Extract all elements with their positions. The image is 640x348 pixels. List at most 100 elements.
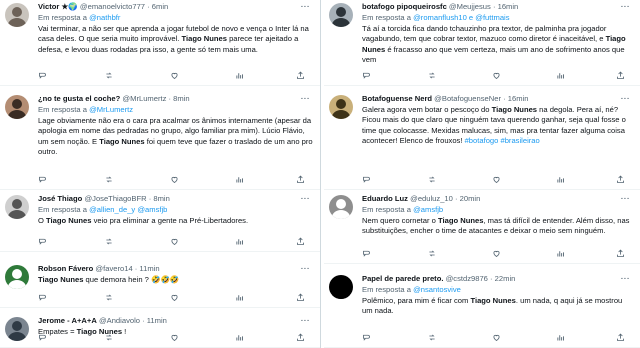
views-icon[interactable]: [235, 71, 244, 80]
user-handle[interactable]: @favero14: [95, 264, 132, 273]
more-icon[interactable]: ···: [621, 274, 630, 284]
reply-mention-link[interactable]: @MrLumertz: [89, 105, 133, 114]
timestamp[interactable]: · 11min: [135, 264, 160, 273]
tweet[interactable]: botafogo pipoqueirosfc @Meujjesus · 16mi…: [324, 0, 640, 86]
retweet-icon[interactable]: [427, 175, 437, 184]
more-icon[interactable]: ···: [301, 2, 310, 12]
views-icon[interactable]: [556, 71, 565, 80]
like-icon[interactable]: [492, 249, 501, 258]
retweet-icon[interactable]: [104, 293, 114, 302]
tweet[interactable]: Botafoguense Nerd @BotafoguenseNer · 16m…: [324, 92, 640, 190]
display-name[interactable]: Robson Fávero: [38, 264, 93, 273]
timestamp[interactable]: · 6min: [147, 2, 168, 11]
tweet[interactable]: Eduardo Luz @eduluz_10 · 20min ··· Em resp…: [324, 192, 640, 264]
more-icon[interactable]: ···: [621, 94, 630, 104]
views-icon[interactable]: [556, 333, 565, 342]
more-icon[interactable]: ···: [301, 316, 310, 326]
hashtag-link[interactable]: #botafogo #brasileirao: [465, 136, 540, 145]
reply-mention-link[interactable]: @nathbfr: [89, 13, 120, 22]
more-icon[interactable]: ···: [621, 2, 630, 12]
avatar[interactable]: [329, 195, 353, 219]
share-icon[interactable]: [296, 71, 305, 80]
share-icon[interactable]: [616, 249, 625, 258]
reply-icon[interactable]: [38, 237, 47, 246]
like-icon[interactable]: [492, 333, 501, 342]
user-handle[interactable]: @eduluz_10: [410, 194, 453, 203]
share-icon[interactable]: [296, 175, 305, 184]
tweet[interactable]: Papel de parede preto. @cstdz9876 · 22mi…: [324, 272, 640, 348]
tweet[interactable]: José Thiago @JoseThiagoBFR · 8min ··· Em r…: [0, 192, 320, 252]
user-handle[interactable]: @Andiavolo: [99, 316, 140, 325]
timestamp[interactable]: · 8min: [169, 94, 190, 103]
share-icon[interactable]: [616, 175, 625, 184]
share-icon[interactable]: [616, 71, 625, 80]
views-icon[interactable]: [235, 237, 244, 246]
display-name[interactable]: Victor ★🌍: [38, 2, 78, 11]
like-icon[interactable]: [170, 237, 179, 246]
avatar[interactable]: [5, 3, 29, 27]
timestamp[interactable]: · 20min: [455, 194, 480, 203]
timestamp[interactable]: · 8min: [149, 194, 170, 203]
timestamp[interactable]: · 16min: [503, 94, 528, 103]
display-name[interactable]: ¿no te gusta el coche?: [38, 94, 120, 103]
reply-icon[interactable]: [38, 293, 47, 302]
reply-icon[interactable]: [38, 333, 47, 342]
avatar[interactable]: [5, 317, 29, 341]
reply-mention-link[interactable]: @amsfjb: [413, 205, 443, 214]
retweet-icon[interactable]: [104, 71, 114, 80]
avatar[interactable]: [329, 3, 353, 27]
avatar[interactable]: [5, 265, 29, 289]
views-icon[interactable]: [556, 175, 565, 184]
display-name[interactable]: Jerome - A+A+A: [38, 316, 97, 325]
tweet[interactable]: Victor ★🌍 @emanoelvicto777 · 6min ··· Em r…: [0, 0, 320, 86]
share-icon[interactable]: [616, 333, 625, 342]
user-handle[interactable]: @cstdz9876: [446, 274, 488, 283]
like-icon[interactable]: [492, 71, 501, 80]
like-icon[interactable]: [170, 71, 179, 80]
avatar[interactable]: [5, 95, 29, 119]
retweet-icon[interactable]: [427, 333, 437, 342]
retweet-icon[interactable]: [104, 237, 114, 246]
display-name[interactable]: botafogo pipoqueirosfc: [362, 2, 447, 11]
more-icon[interactable]: ···: [301, 94, 310, 104]
tweet[interactable]: Robson Fávero @favero14 · 11min ··· Tiago …: [0, 262, 320, 308]
user-handle[interactable]: @Meujjesus: [449, 2, 491, 11]
reply-icon[interactable]: [362, 333, 371, 342]
share-icon[interactable]: [296, 333, 305, 342]
user-handle[interactable]: @JoseThiagoBFR: [84, 194, 146, 203]
reply-mention-link[interactable]: @allien_de_y @amsfjb: [89, 205, 167, 214]
user-handle[interactable]: @emanoelvicto777: [80, 2, 145, 11]
like-icon[interactable]: [170, 293, 179, 302]
display-name[interactable]: Botafoguense Nerd: [362, 94, 432, 103]
timestamp[interactable]: · 22min: [490, 274, 515, 283]
reply-icon[interactable]: [38, 71, 47, 80]
tweet[interactable]: ¿no te gusta el coche? @MrLumertz · 8min…: [0, 92, 320, 190]
more-icon[interactable]: ···: [301, 194, 310, 204]
reply-mention-link[interactable]: @romanflush10 e @futtmais: [413, 13, 509, 22]
retweet-icon[interactable]: [427, 71, 437, 80]
user-handle[interactable]: @BotafoguenseNer: [434, 94, 501, 103]
reply-icon[interactable]: [38, 175, 47, 184]
reply-mention-link[interactable]: @nsantosvive: [413, 285, 461, 294]
avatar[interactable]: [5, 195, 29, 219]
retweet-icon[interactable]: [427, 249, 437, 258]
timestamp[interactable]: · 16min: [493, 2, 518, 11]
display-name[interactable]: Eduardo Luz: [362, 194, 408, 203]
views-icon[interactable]: [235, 175, 244, 184]
retweet-icon[interactable]: [104, 333, 114, 342]
display-name[interactable]: Papel de parede preto.: [362, 274, 443, 283]
views-icon[interactable]: [556, 249, 565, 258]
like-icon[interactable]: [170, 333, 179, 342]
share-icon[interactable]: [296, 237, 305, 246]
more-icon[interactable]: ···: [621, 194, 630, 204]
reply-icon[interactable]: [362, 175, 371, 184]
tweet[interactable]: Jerome - A+A+A @Andiavolo · 11min ··· Empa…: [0, 314, 320, 348]
views-icon[interactable]: [235, 293, 244, 302]
more-icon[interactable]: ···: [301, 264, 310, 274]
user-handle[interactable]: @MrLumertz: [122, 94, 166, 103]
display-name[interactable]: José Thiago: [38, 194, 82, 203]
share-icon[interactable]: [296, 293, 305, 302]
like-icon[interactable]: [492, 175, 501, 184]
avatar[interactable]: [329, 275, 353, 299]
views-icon[interactable]: [235, 333, 244, 342]
